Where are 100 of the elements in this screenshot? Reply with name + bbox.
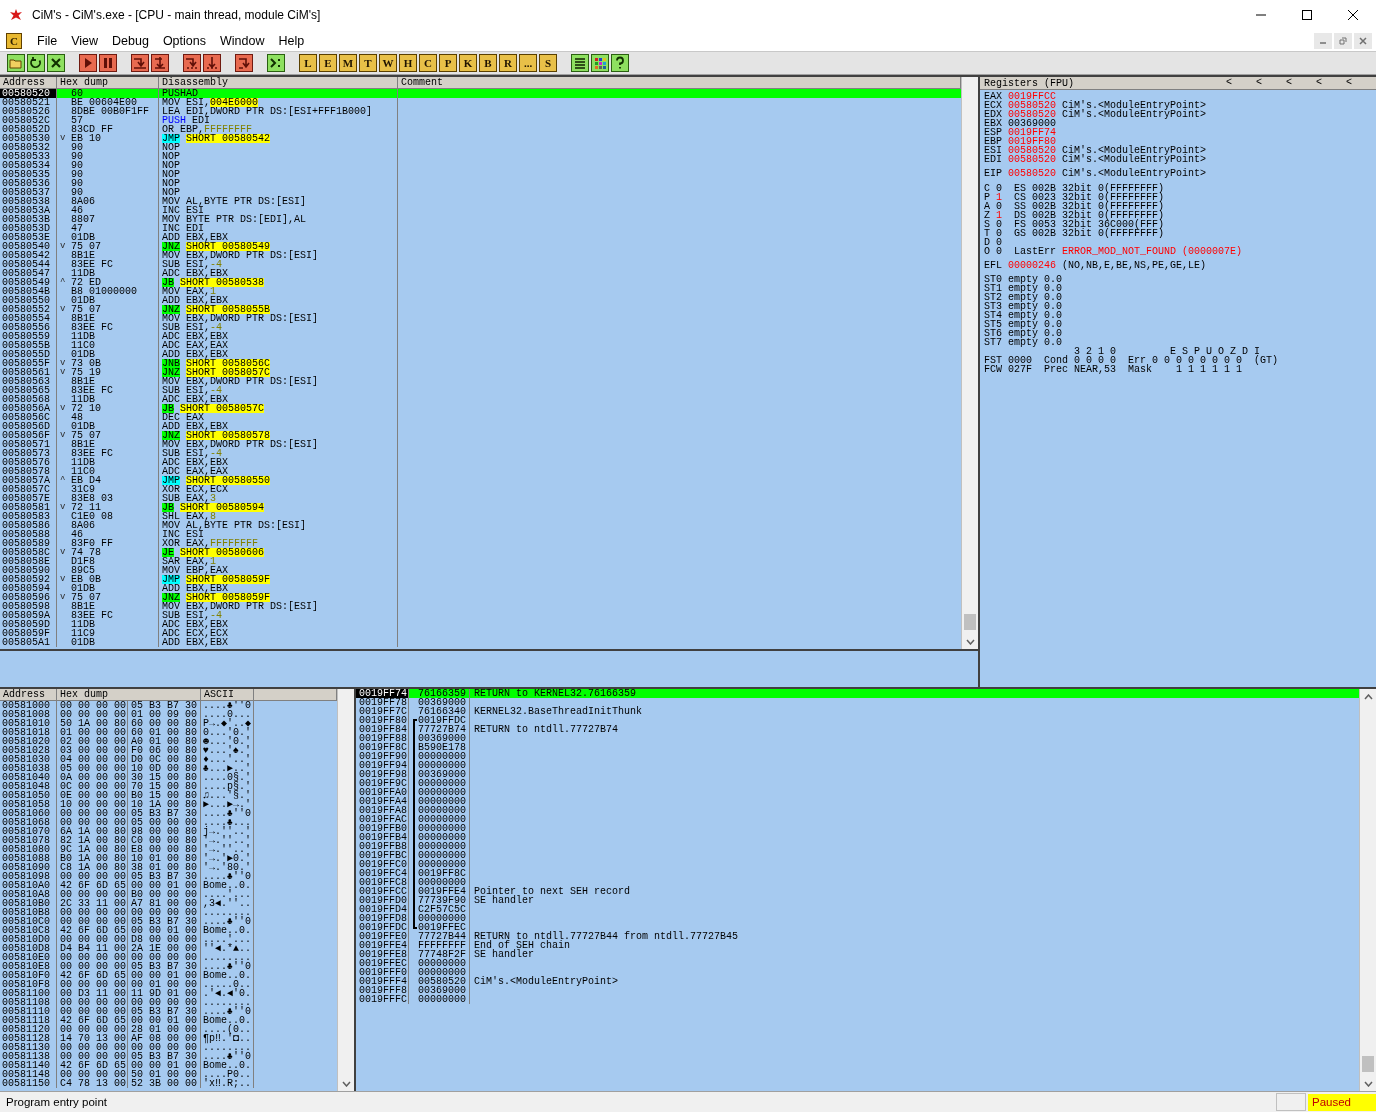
pause-button[interactable] <box>99 54 117 72</box>
flag-name: C <box>984 184 991 193</box>
view-shortcut-button[interactable]: R <box>499 54 517 72</box>
view-shortcut-button[interactable]: W <box>379 54 397 72</box>
view-shortcut-button[interactable]: L <box>299 54 317 72</box>
stack-value: 00580520 <box>418 977 466 986</box>
address-text: 005810C0 <box>2 917 50 926</box>
hex-bytes: F0 06 00 80 <box>131 746 197 755</box>
refresh-icon <box>29 56 43 70</box>
address-text: 005810F0 <box>2 971 50 980</box>
scrollbar[interactable] <box>337 689 354 1091</box>
view-shortcut-button[interactable]: C <box>419 54 437 72</box>
register-value[interactable]: 00369000 <box>1008 119 1057 128</box>
hex-bytes: EB 10 <box>71 134 101 143</box>
view-shortcut-button[interactable]: K <box>459 54 477 72</box>
view-shortcut-button[interactable]: ... <box>519 54 537 72</box>
restart-button[interactable] <box>27 54 45 72</box>
ascii-text: ....♣''0 <box>203 962 251 971</box>
grid-button[interactable] <box>591 54 609 72</box>
hex-bytes: 60 00 00 80 <box>131 719 197 728</box>
flag-value[interactable]: 0 <box>996 238 1014 247</box>
ascii-text: .....0.. <box>203 980 251 989</box>
view-shortcut-button[interactable]: H <box>399 54 417 72</box>
step-over-button[interactable] <box>151 54 169 72</box>
view-switch-button[interactable]: < <box>1346 77 1376 89</box>
trace-into-button[interactable] <box>183 54 201 72</box>
flag-value[interactable]: 0 <box>996 229 1014 238</box>
mnemonic: NOP <box>162 170 180 179</box>
step-into-button[interactable] <box>131 54 149 72</box>
address-text: 0058053D <box>2 224 50 233</box>
trace-over-button[interactable] <box>203 54 221 72</box>
stack-address: 0019FFC4 <box>359 869 407 878</box>
mnemonic: ADC <box>162 629 180 638</box>
view-shortcut-button[interactable]: B <box>479 54 497 72</box>
mnemonic: PUSHAD <box>162 89 198 98</box>
flag-value[interactable]: 0 <box>996 202 1014 211</box>
child-restore-button[interactable] <box>1334 32 1352 49</box>
jump-arrow: v <box>60 547 66 557</box>
hex-bytes: 05 B3 B7 30 <box>131 809 197 818</box>
ascii-text: P→.◆'..◆ <box>203 719 252 728</box>
menu-item[interactable]: Window <box>212 33 272 48</box>
view-shortcut-button[interactable]: P <box>439 54 457 72</box>
flag-value[interactable]: 0 <box>996 184 1014 193</box>
open-button[interactable] <box>7 54 25 72</box>
register-name: EDI <box>984 155 1002 164</box>
list-button[interactable] <box>571 54 589 72</box>
view-switch-button[interactable]: < <box>1316 77 1346 89</box>
register-name: EIP <box>984 169 1002 178</box>
scroll-thumb[interactable] <box>1362 1056 1374 1072</box>
menu-item[interactable]: Debug <box>105 33 156 48</box>
flag-value[interactable]: 0 <box>996 220 1014 229</box>
mnemonic: JE <box>162 548 174 557</box>
scroll-thumb[interactable] <box>964 614 976 630</box>
operand-text: EBX,EBX <box>186 350 229 359</box>
mnemonic: NOP <box>162 152 180 161</box>
operand-text: EBX,EBX <box>186 269 229 278</box>
menu-item[interactable]: File <box>30 33 65 48</box>
disassembly-row[interactable]: 00580520 60 PUSHAD <box>0 89 961 98</box>
run-button[interactable] <box>79 54 97 72</box>
close-button[interactable] <box>47 54 65 72</box>
ascii-text: Bome..0. <box>203 881 251 890</box>
view-shortcut-button[interactable]: T <box>359 54 377 72</box>
go-to-button[interactable] <box>267 54 285 72</box>
ascii-text: ....'... <box>203 890 251 899</box>
child-minimize-button[interactable] <box>1314 32 1332 49</box>
view-shortcut-button[interactable]: M <box>339 54 357 72</box>
hex-bytes: 83CD FF <box>71 125 113 134</box>
help-button[interactable] <box>611 54 629 72</box>
mnemonic: XOR <box>162 539 180 548</box>
ascii-text: ....♣''0 <box>203 1007 251 1016</box>
hex-bytes: 42 6F 6D 65 <box>60 926 126 935</box>
stack-address: 0019FFF8 <box>359 986 407 995</box>
mnemonic: JB <box>162 503 174 512</box>
view-switch-button[interactable]: < <box>1286 77 1316 89</box>
mnemonic: DEC <box>162 413 180 422</box>
step-over-icon <box>153 56 167 70</box>
hex-bytes: 11DB <box>71 332 95 341</box>
status-message: Program entry point <box>5 1096 108 1108</box>
ascii-text: Bome..0. <box>203 1061 251 1070</box>
scrollbar[interactable] <box>1359 689 1376 1091</box>
view-shortcut-button[interactable]: S <box>539 54 557 72</box>
menu-item[interactable]: Options <box>155 33 213 48</box>
scrollbar[interactable] <box>961 77 978 649</box>
pause-icon <box>101 56 115 70</box>
hex-bytes: 05 B3 B7 30 <box>131 917 197 926</box>
stack-address: 0019FFDC <box>359 923 407 932</box>
view-switch-button[interactable]: < <box>1256 77 1286 89</box>
menu-item[interactable]: View <box>64 33 106 48</box>
mnemonic: MOV <box>162 197 180 206</box>
hex-bytes: B0 1A 00 80 <box>60 854 126 863</box>
close-icon <box>49 56 63 70</box>
view-shortcut-button[interactable]: E <box>319 54 337 72</box>
hex-bytes: 75 07 <box>71 242 101 251</box>
child-close-button[interactable] <box>1354 32 1372 49</box>
address-text: 00581108 <box>2 998 50 1007</box>
execute-till-return-button[interactable] <box>235 54 253 72</box>
flag-value[interactable]: 0 <box>996 247 1014 256</box>
hex-bytes: C4 78 13 00 <box>60 1079 126 1088</box>
view-switch-button[interactable]: < <box>1226 77 1256 89</box>
menu-item[interactable]: Help <box>271 33 312 48</box>
